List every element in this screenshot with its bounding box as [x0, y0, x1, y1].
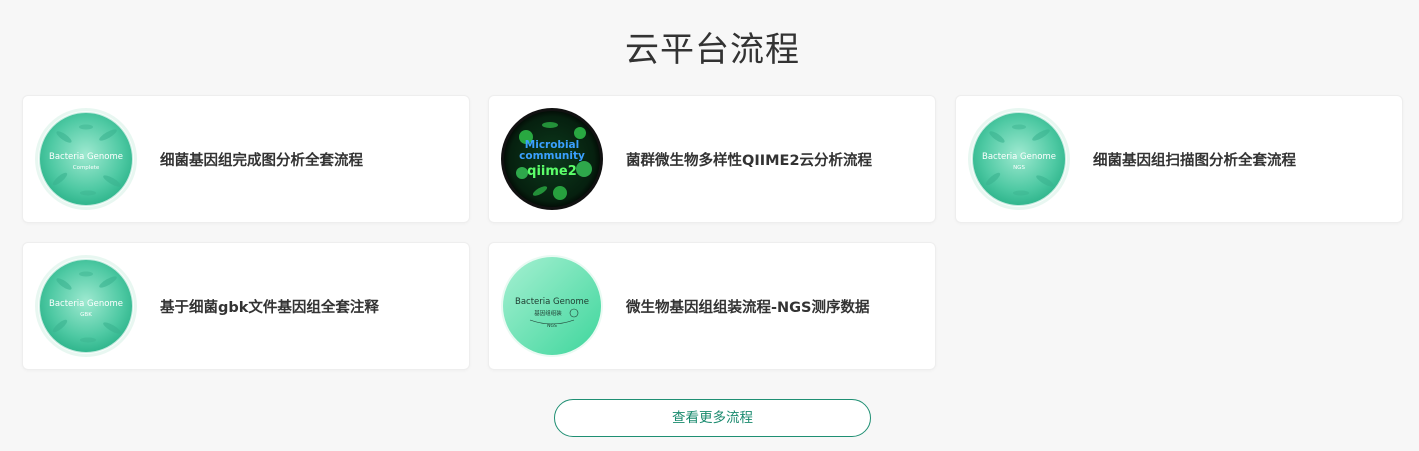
pipeline-card-label[interactable]: 细菌基因组完成图分析全套流程 [160, 149, 363, 170]
thumbnail-title: Bacteria Genome [515, 297, 589, 307]
thumbnail-brand: qiime2 [527, 164, 577, 179]
pipeline-card-bacteria-gbk-annotation[interactable]: Bacteria Genome GBK 基于细菌gbk文件基因组全套注释 [22, 242, 470, 370]
bacteria-petri-dish-icon: Bacteria Genome NGS [967, 107, 1071, 211]
bacteria-petri-dish-icon: Bacteria Genome Complete [34, 107, 138, 211]
thumbnail-subtitle: Complete [73, 165, 100, 171]
view-more-pipelines-button[interactable]: 查看更多流程 [554, 399, 871, 437]
pipeline-card-label[interactable]: 微生物基因组组装流程-NGS测序数据 [626, 296, 870, 317]
pipeline-card-label[interactable]: 细菌基因组扫描图分析全套流程 [1093, 149, 1296, 170]
bacteria-genome-assembly-icon: Bacteria Genome 基因组组装 NGS [500, 254, 604, 358]
thumbnail-subtitle: 基因组组装 [534, 309, 562, 317]
thumbnail-title: Bacteria Genome [49, 299, 123, 309]
section-title: 云平台流程 [625, 30, 800, 70]
microbial-community-icon: Microbial community qiime2 [500, 107, 604, 211]
pipeline-card-qiime2[interactable]: Microbial community qiime2 菌群微生物多样性QIIME… [488, 95, 936, 223]
pipeline-card-label[interactable]: 基于细菌gbk文件基因组全套注释 [160, 296, 379, 317]
pipeline-card-bacteria-genome-scan[interactable]: Bacteria Genome NGS 细菌基因组扫描图分析全套流程 [955, 95, 1403, 223]
thumbnail-subtitle: GBK [80, 312, 92, 318]
thumbnail-title: Bacteria Genome [49, 152, 123, 162]
pipeline-card-label[interactable]: 菌群微生物多样性QIIME2云分析流程 [626, 149, 872, 170]
pipeline-card-genome-assembly-ngs[interactable]: Bacteria Genome 基因组组装 NGS 微生物基因组组装流程-NGS… [488, 242, 936, 370]
thumbnail-title: Bacteria Genome [982, 152, 1056, 162]
thumbnail-subtitle: community [519, 150, 585, 162]
pipeline-card-bacteria-genome-complete[interactable]: Bacteria Genome Complete 细菌基因组完成图分析全套流程 [22, 95, 470, 223]
bacteria-petri-dish-icon: Bacteria Genome GBK [34, 254, 138, 358]
thumbnail-tag: NGS [547, 323, 557, 329]
thumbnail-subtitle: NGS [1013, 165, 1025, 171]
